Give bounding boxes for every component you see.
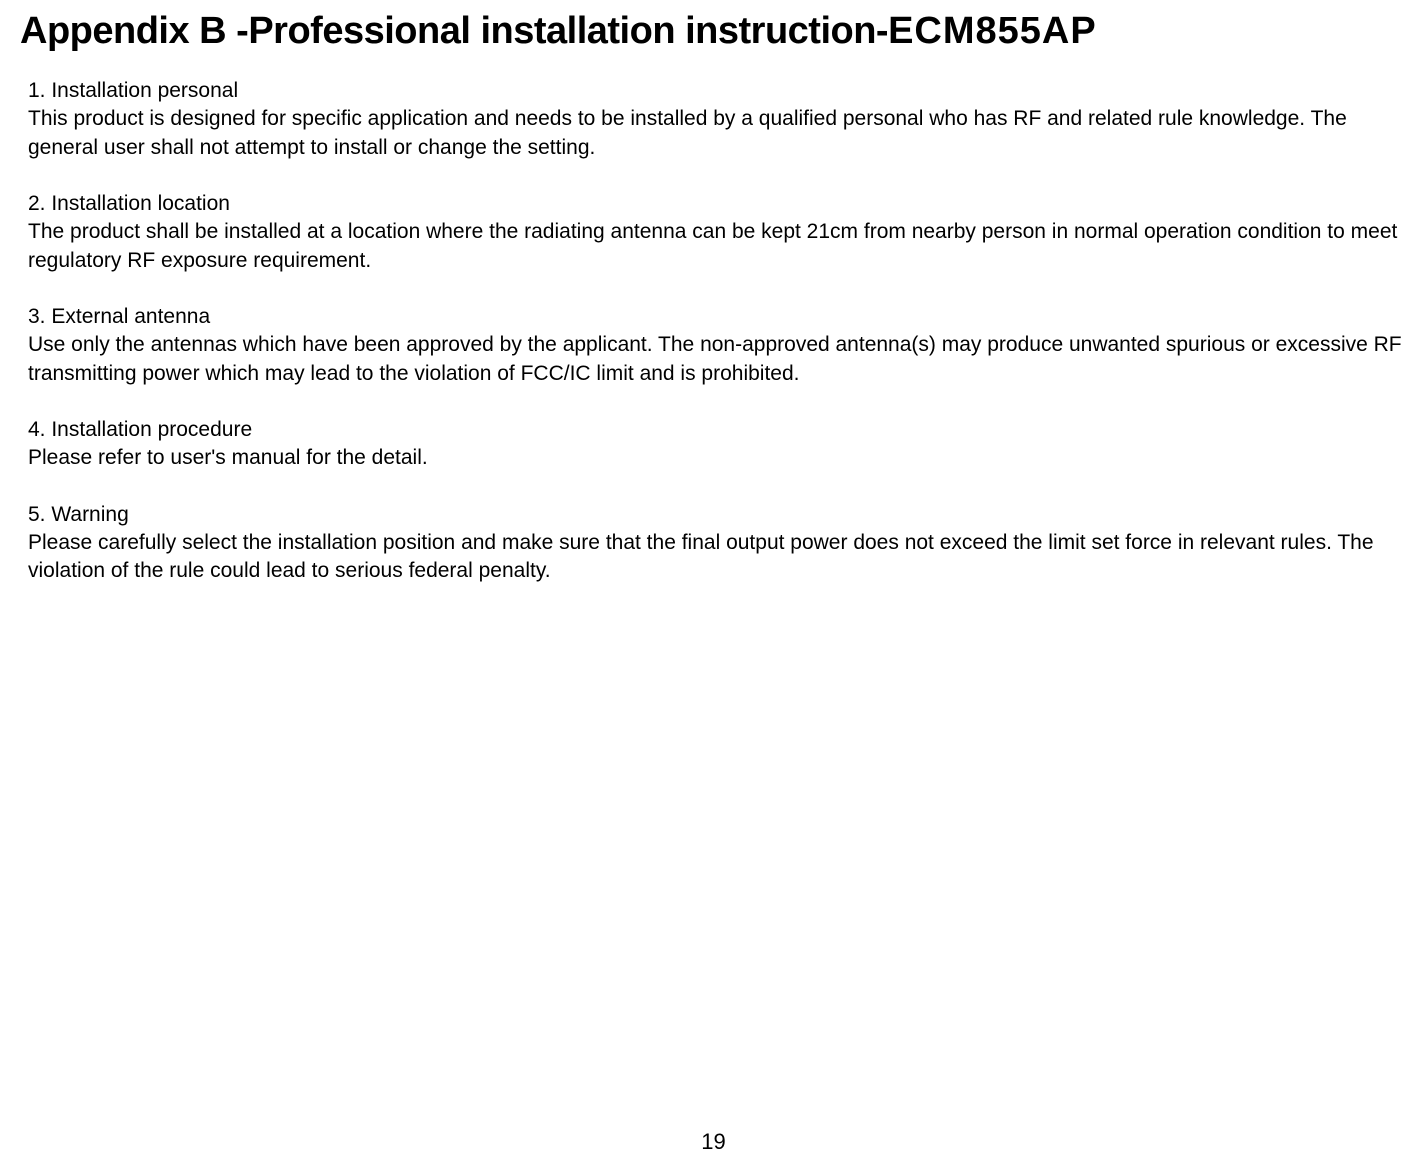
section-3: 3. External antenna Use only the antenna… xyxy=(28,303,1407,388)
section-body: Use only the antennas which have been ap… xyxy=(28,331,1407,388)
page-title: Appendix B -Professional installation in… xyxy=(20,10,1407,53)
title-model: ECM855AP xyxy=(888,10,1097,52)
section-body: Please refer to user's manual for the de… xyxy=(28,444,1407,472)
section-body: Please carefully select the installation… xyxy=(28,529,1407,586)
page-number: 19 xyxy=(701,1129,725,1155)
section-heading: 2. Installation location xyxy=(28,190,1407,218)
section-body: The product shall be installed at a loca… xyxy=(28,218,1407,275)
section-heading: 5. Warning xyxy=(28,501,1407,529)
section-4: 4. Installation procedure Please refer t… xyxy=(28,416,1407,473)
section-body: This product is designed for specific ap… xyxy=(28,105,1407,162)
section-heading: 3. External antenna xyxy=(28,303,1407,331)
document-page: Appendix B -Professional installation in… xyxy=(0,0,1427,586)
section-2: 2. Installation location The product sha… xyxy=(28,190,1407,275)
section-5: 5. Warning Please carefully select the i… xyxy=(28,501,1407,586)
content-body: 1. Installation personal This product is… xyxy=(20,77,1407,586)
section-heading: 4. Installation procedure xyxy=(28,416,1407,444)
section-heading: 1. Installation personal xyxy=(28,77,1407,105)
section-1: 1. Installation personal This product is… xyxy=(28,77,1407,162)
title-main: Appendix B -Professional installation in… xyxy=(20,10,888,52)
